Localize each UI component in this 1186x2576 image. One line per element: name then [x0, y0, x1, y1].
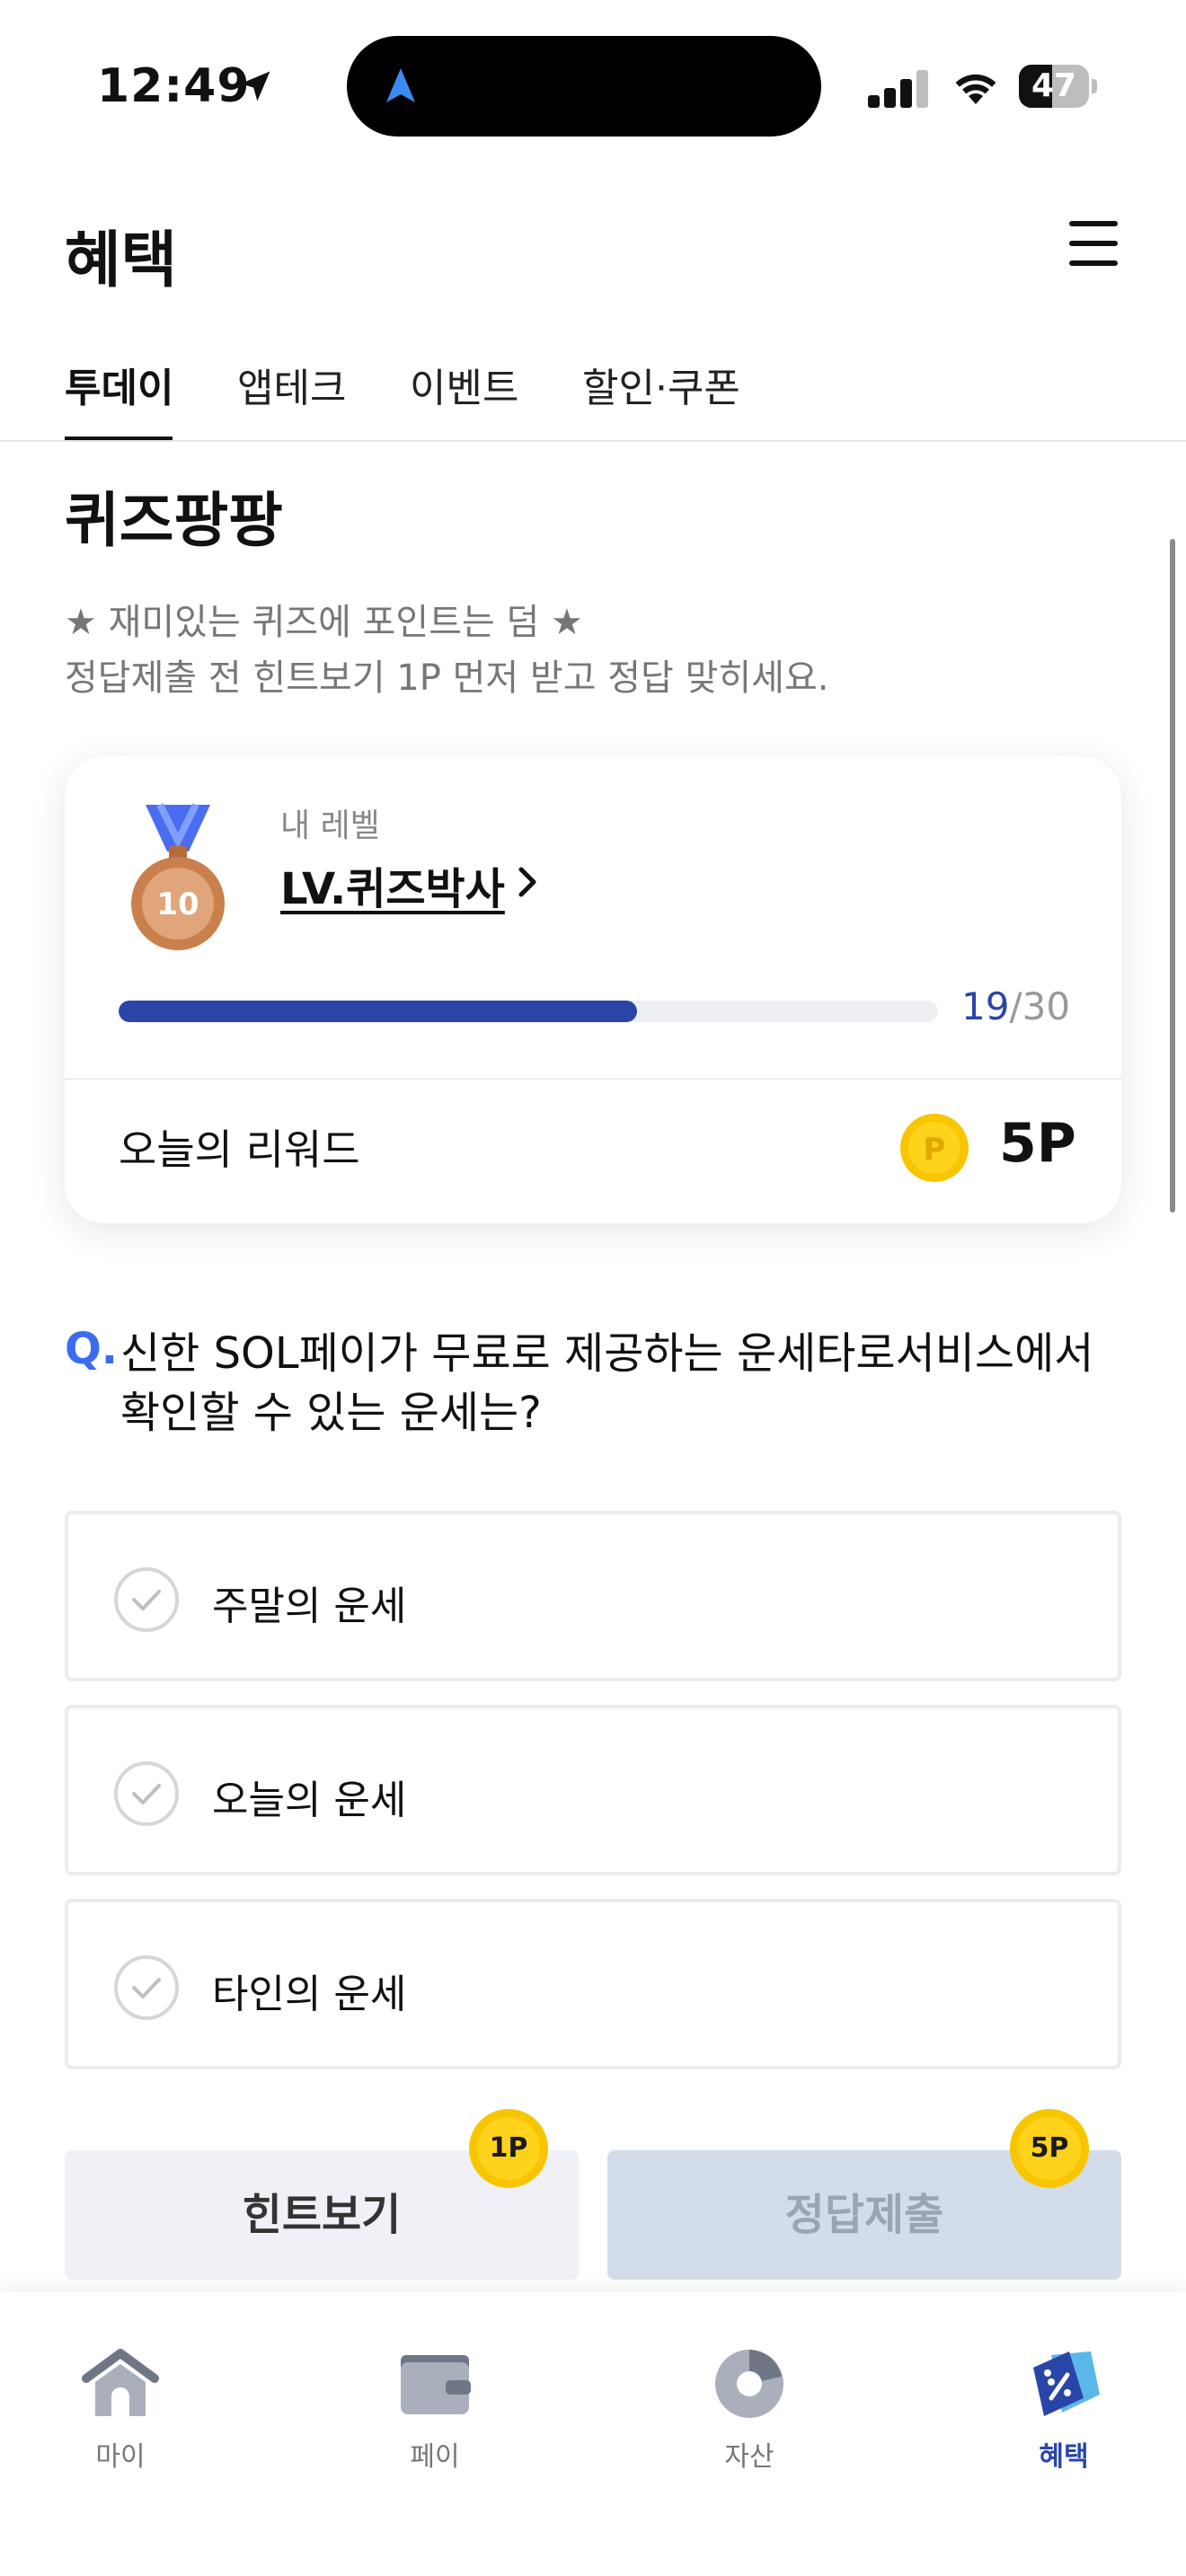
medal-number: 10: [156, 887, 199, 922]
tabbar-label: 혜택: [1039, 2441, 1089, 2473]
level-caption: 내 레벨: [280, 807, 380, 844]
benefit-tag-icon: [1033, 2351, 1100, 2416]
tabbar-label: 마이: [95, 2441, 146, 2473]
tabs-divider: [0, 440, 1186, 442]
tab-apptech[interactable]: 앱테크: [237, 356, 346, 442]
tab-discount-coupon[interactable]: 할인·쿠폰: [582, 356, 740, 442]
tab-label: 앱테크: [237, 366, 347, 411]
option-label: 타인의 운세: [212, 1972, 407, 2017]
home-icon: [82, 2349, 159, 2416]
tab-label: 투데이: [65, 366, 174, 411]
tabbar-item-pay[interactable]: 페이: [345, 2292, 525, 2473]
navigation-arrow-icon: [386, 68, 415, 102]
battery-icon: 47: [1019, 65, 1097, 108]
tab-label: 이벤트: [410, 366, 519, 411]
progress-current: 19: [961, 984, 1010, 1028]
hamburger-icon: [1069, 221, 1118, 226]
reward-label: 오늘의 리워드: [119, 1125, 360, 1174]
badge-text: 1P: [489, 2132, 528, 2164]
quiz-description-line2: 정답제출 전 힌트보기 1P 먼저 받고 정답 맞히세요.: [65, 657, 829, 699]
level-progress-fill: [119, 1001, 638, 1022]
tabbar-item-benefits[interactable]: 혜택: [974, 2292, 1154, 2473]
scrollbar[interactable]: [1170, 539, 1175, 1213]
status-bar: 12:49 47: [0, 0, 1186, 171]
tab-label: 할인·쿠폰: [582, 366, 740, 411]
tabbar-label: 페이: [410, 2441, 460, 2473]
medal-icon: 10: [131, 803, 225, 950]
svg-text:P: P: [924, 1132, 946, 1168]
menu-button[interactable]: [1069, 221, 1121, 266]
level-progress-bar: [119, 1001, 938, 1022]
progress-total: /30: [1009, 984, 1071, 1028]
reward-value: 5P: [999, 1112, 1076, 1175]
level-card: 10 내 레벨 LV.퀴즈박사 19/30 오늘의 리워드 P 5P: [65, 756, 1121, 1223]
answer-option[interactable]: 오늘의 운세: [65, 1705, 1121, 1875]
question-marker: Q.: [65, 1324, 119, 1374]
section-title: 퀴즈팡팡: [65, 486, 283, 555]
page-title: 혜택: [65, 225, 178, 296]
level-name-link[interactable]: LV.퀴즈박사: [280, 853, 505, 916]
tabbar-item-assets[interactable]: 자산: [659, 2292, 839, 2473]
tab-event[interactable]: 이벤트: [410, 356, 518, 442]
answer-option[interactable]: 주말의 운세: [65, 1511, 1121, 1681]
wallet-icon: [401, 2355, 471, 2414]
location-arrow-icon: [240, 71, 270, 101]
quiz-description-line1: ★ 재미있는 퀴즈에 포인트는 덤 ★: [65, 602, 583, 643]
chevron-right-icon[interactable]: [514, 864, 541, 900]
bottom-tab-bar: 마이 페이 자산 혜택: [0, 2292, 1186, 2576]
point-coin-icon: P: [900, 1114, 969, 1182]
tab-today[interactable]: 투데이: [65, 356, 173, 442]
answer-option[interactable]: 타인의 운세: [65, 1899, 1121, 2069]
level-progress-text: 19/30: [961, 984, 1070, 1028]
tabbar-item-my[interactable]: 마이: [31, 2292, 210, 2473]
check-circle-icon: [114, 1761, 179, 1826]
wifi-icon: [955, 74, 996, 104]
option-label: 오늘의 운세: [212, 1778, 407, 1823]
option-label: 주말의 운세: [212, 1584, 407, 1629]
check-circle-icon: [114, 1567, 179, 1632]
dynamic-island: [347, 36, 821, 137]
card-divider: [65, 1078, 1121, 1080]
pie-chart-icon: [715, 2350, 783, 2418]
cellular-signal-icon: [868, 68, 929, 108]
tabbar-label: 자산: [724, 2441, 774, 2473]
hint-point-badge: 1P: [467, 2107, 550, 2190]
battery-level: 47: [1031, 67, 1077, 104]
question-text: 신한 SOL페이가 무료로 제공하는 운세타로서비스에서 확인할 수 있는 운세…: [120, 1328, 1094, 1438]
check-circle-icon: [114, 1955, 179, 2020]
status-time: 12:49: [97, 59, 251, 113]
submit-point-badge: 5P: [1008, 2107, 1091, 2190]
badge-text: 5P: [1030, 2132, 1069, 2164]
